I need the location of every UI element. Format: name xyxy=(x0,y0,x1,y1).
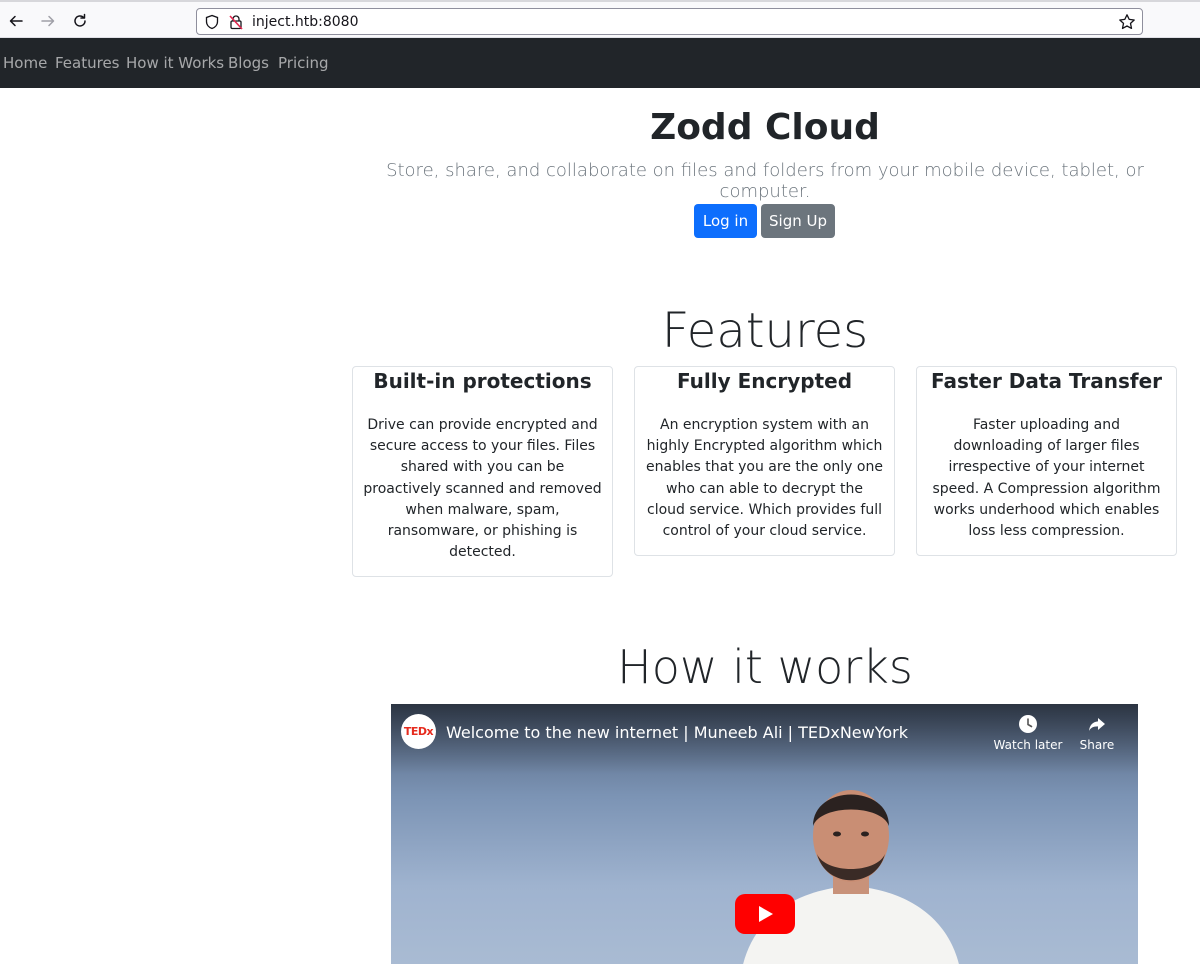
video-embed[interactable]: TEDx Welcome to the new internet | Munee… xyxy=(391,704,1138,964)
clock-icon xyxy=(1019,715,1037,733)
video-thumbnail-speaker xyxy=(743,790,959,964)
feature-card-text: Faster uploading and downloading of larg… xyxy=(932,417,1161,540)
feature-card-title: Faster Data Transfer xyxy=(930,369,1163,393)
feature-card-text: An encryption system with an highly Encr… xyxy=(646,417,883,540)
nav-link-home[interactable]: Home xyxy=(3,54,47,72)
channel-logo[interactable]: TEDx xyxy=(401,714,436,749)
shield-icon[interactable] xyxy=(204,14,220,30)
bookmark-star-icon[interactable] xyxy=(1118,13,1136,31)
back-arrow-icon[interactable] xyxy=(6,11,26,31)
share-arrow-icon xyxy=(1089,718,1105,731)
youtube-play-icon[interactable] xyxy=(735,894,795,934)
hero-subtitle: Store, share, and collaborate on files a… xyxy=(386,160,1144,202)
feature-card-text: Drive can provide encrypted and secure a… xyxy=(363,417,602,561)
forward-arrow-icon[interactable] xyxy=(38,11,58,31)
signup-button[interactable]: Sign Up xyxy=(761,204,835,238)
feature-card-transfer: Faster Data Transfer Faster uploading an… xyxy=(916,366,1177,557)
browser-toolbar: inject.htb:8080 xyxy=(0,0,1200,38)
share-label: Share xyxy=(1079,738,1115,752)
features-heading: Features xyxy=(661,303,869,359)
video-title[interactable]: Welcome to the new internet | Muneeb Ali… xyxy=(446,723,908,742)
nav-link-blogs[interactable]: Blogs xyxy=(228,54,269,72)
feature-card-protections: Built-in protections Drive can provide e… xyxy=(352,366,613,578)
nav-link-how-it-works[interactable]: How it Works xyxy=(126,54,224,72)
how-it-works-heading: How it works xyxy=(617,640,913,694)
watch-later-label: Watch later xyxy=(993,738,1063,752)
reload-icon[interactable] xyxy=(70,11,90,31)
url-bar[interactable]: inject.htb:8080 xyxy=(196,8,1143,35)
share-button[interactable]: Share xyxy=(1062,714,1132,752)
feature-card-title: Fully Encrypted xyxy=(676,369,853,393)
feature-card-encrypted: Fully Encrypted An encryption system wit… xyxy=(634,366,895,557)
feature-card-title: Built-in protections xyxy=(373,369,592,393)
hero-title: Zodd Cloud xyxy=(650,107,880,148)
url-text: inject.htb:8080 xyxy=(252,14,359,30)
insecure-lock-icon[interactable] xyxy=(228,14,244,30)
nav-link-pricing[interactable]: Pricing xyxy=(278,54,329,72)
site-navbar: Home Features How it Works Blogs Pricing xyxy=(0,38,1200,88)
watch-later-button[interactable]: Watch later xyxy=(993,714,1063,752)
nav-link-features[interactable]: Features xyxy=(55,54,120,72)
login-button[interactable]: Log in xyxy=(694,204,757,238)
